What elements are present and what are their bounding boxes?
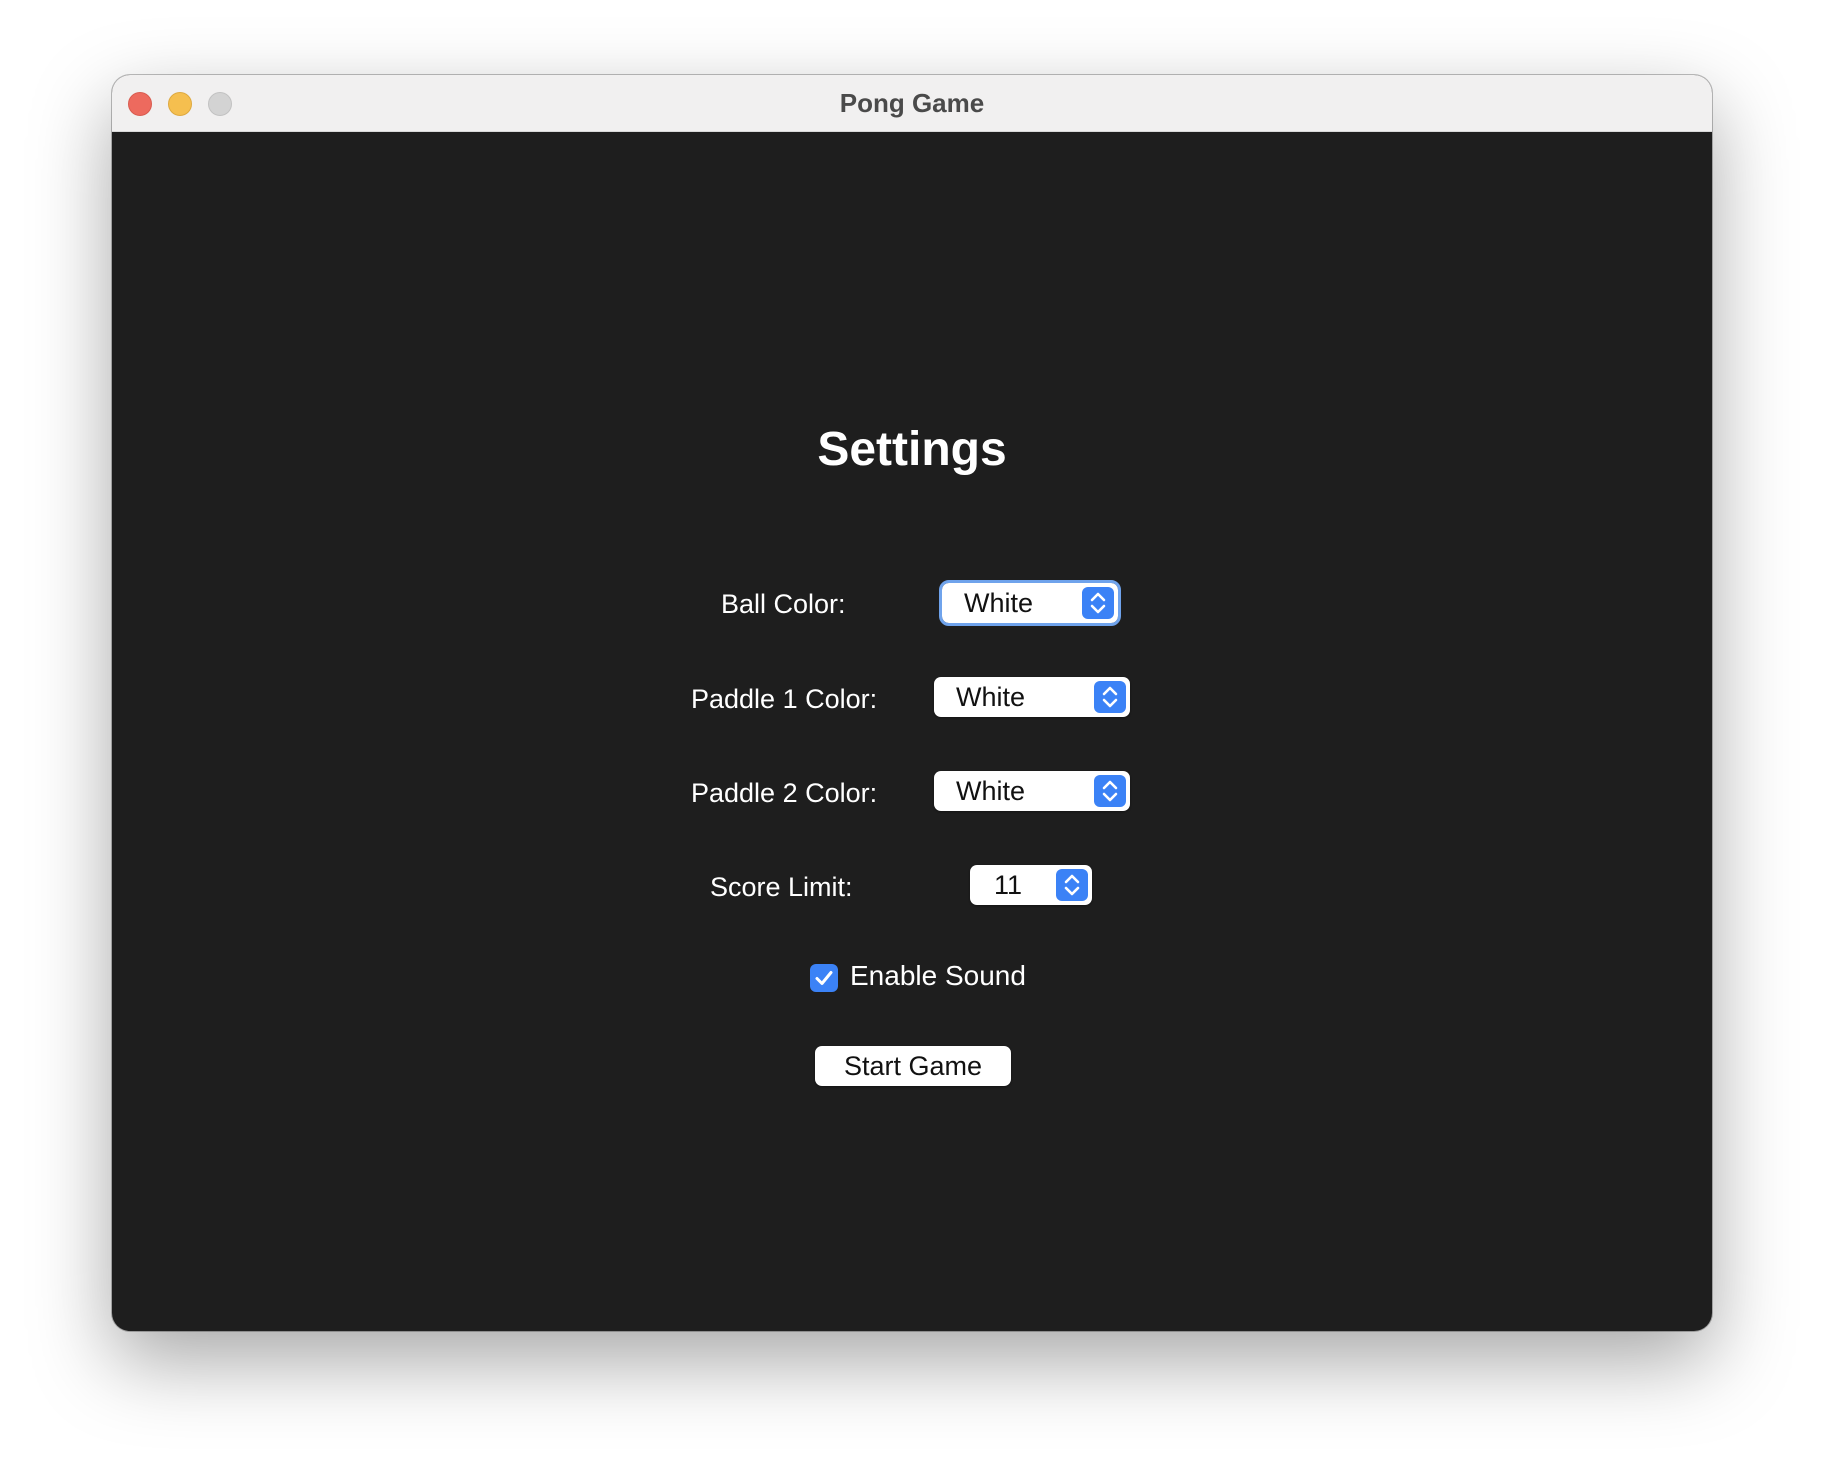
paddle2-color-value: White (956, 776, 1026, 806)
checkmark-icon (815, 971, 833, 985)
page-title: Settings (817, 423, 1007, 476)
title-bar[interactable]: Pong Game (112, 75, 1712, 132)
up-down-chevron-icon (1082, 587, 1114, 619)
paddle1-color-value: White (956, 682, 1026, 712)
enable-sound-label[interactable]: Enable Sound (850, 960, 1026, 992)
ball-color-label: Ball Color: (721, 589, 846, 619)
zoom-button[interactable] (208, 92, 232, 116)
score-limit-select[interactable]: 11 (970, 865, 1092, 905)
start-game-button[interactable]: Start Game (815, 1046, 1011, 1086)
paddle1-color-label: Paddle 1 Color: (691, 684, 878, 714)
paddle2-color-label: Paddle 2 Color: (691, 778, 878, 808)
minimize-button[interactable] (168, 92, 192, 116)
window-title: Pong Game (839, 88, 985, 118)
window-controls (128, 92, 232, 116)
enable-sound-checkbox[interactable] (810, 964, 838, 992)
paddle2-color-select[interactable]: White (934, 771, 1130, 811)
up-down-chevron-icon (1094, 775, 1126, 807)
settings-panel: Settings Ball Color: White Paddle 1 Colo… (112, 132, 1712, 1331)
score-limit-label: Score Limit: (710, 872, 853, 902)
score-limit-value: 11 (994, 870, 1023, 900)
up-down-chevron-icon (1056, 869, 1088, 901)
close-button[interactable] (128, 92, 152, 116)
ball-color-value: White (964, 588, 1034, 618)
app-window: Pong Game Settings Ball Color: White Pad… (112, 75, 1712, 1331)
paddle1-color-select[interactable]: White (934, 677, 1130, 717)
ball-color-select[interactable]: White (939, 580, 1121, 626)
up-down-chevron-icon (1094, 681, 1126, 713)
